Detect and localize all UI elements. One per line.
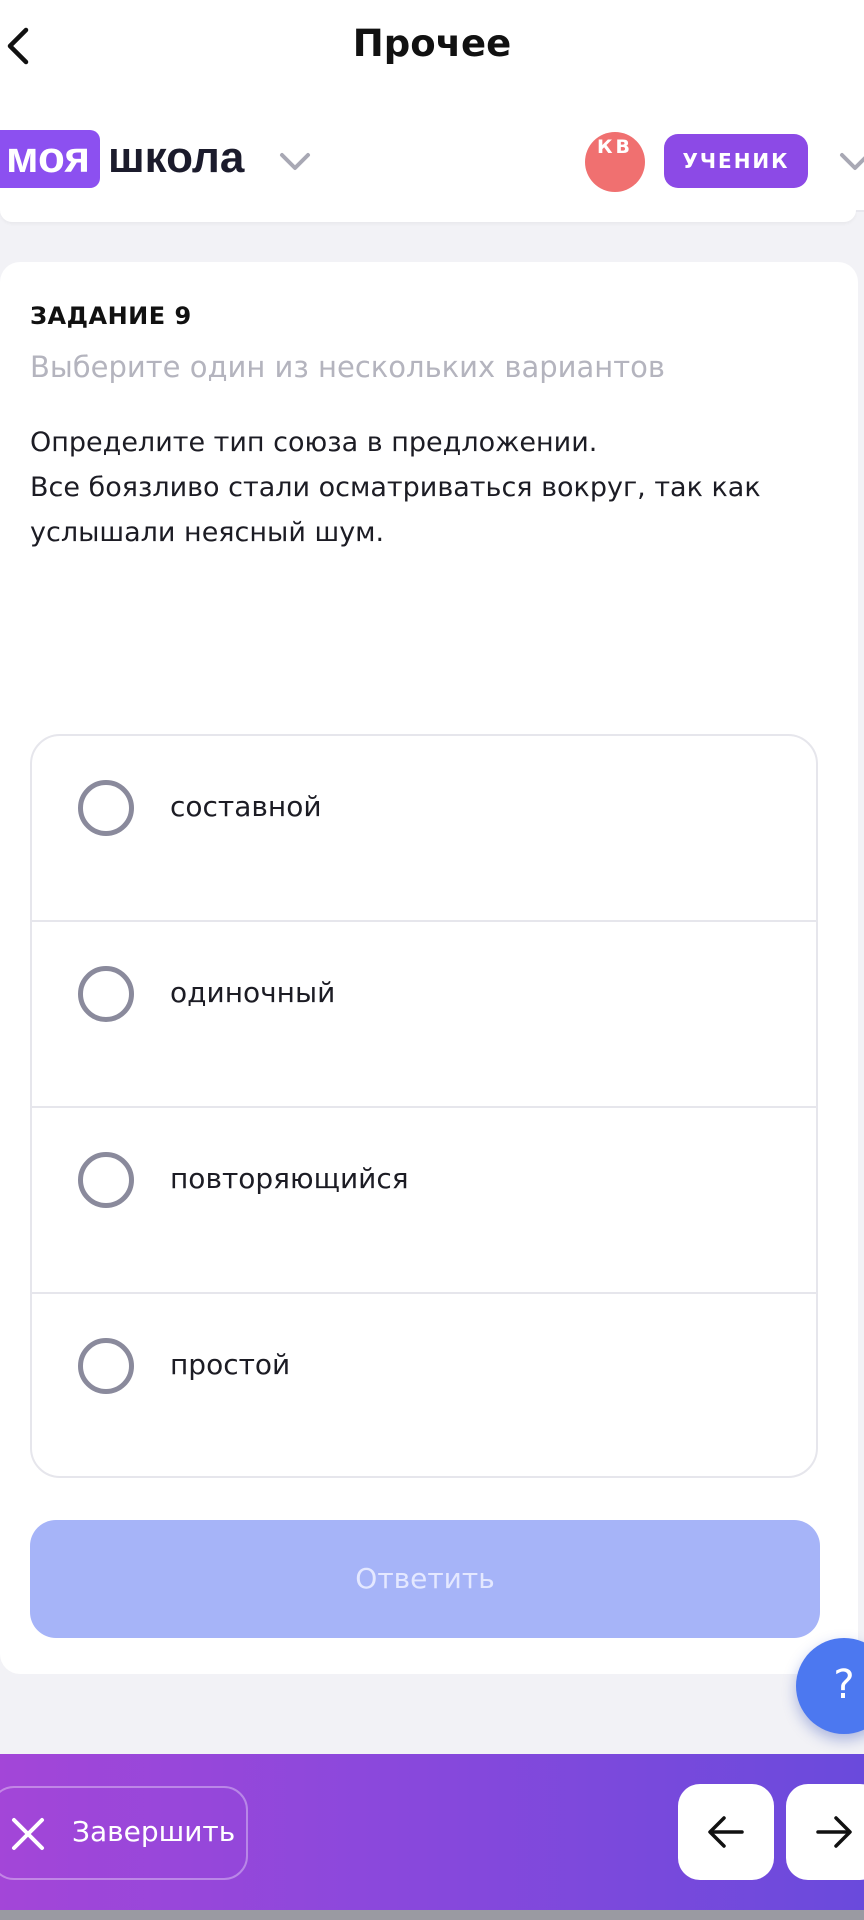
avatar[interactable]: КВ [585, 132, 645, 192]
close-icon [10, 1816, 46, 1852]
option-label: составной [170, 790, 322, 823]
radio-button[interactable] [78, 966, 134, 1022]
profile-chevron-down-icon[interactable] [838, 150, 864, 174]
arrow-right-icon [816, 1816, 852, 1848]
bottom-strip [0, 1910, 864, 1920]
top-navigation-bar: Прочее [0, 0, 864, 92]
task-question-line: Определите тип союза в предложении. [30, 427, 598, 458]
task-hint: Выберите один из нескольких вариантов [30, 350, 665, 384]
task-question-line: услышали неясный шум. [30, 517, 385, 548]
role-badge[interactable]: УЧЕНИК [664, 134, 808, 188]
page-title: Прочее [352, 22, 512, 65]
answer-option[interactable]: повторяющийся [32, 1108, 816, 1294]
radio-button[interactable] [78, 780, 134, 836]
option-label: одиночный [170, 976, 336, 1009]
previous-task-button[interactable] [678, 1784, 774, 1880]
school-header: моя школа КВ УЧЕНИК [0, 92, 864, 212]
logo-moya[interactable]: моя [0, 130, 100, 188]
answer-button[interactable]: Ответить [30, 1520, 820, 1638]
next-task-button[interactable] [786, 1784, 864, 1880]
option-label: повторяющийся [170, 1162, 409, 1195]
answer-option[interactable]: одиночный [32, 922, 816, 1108]
task-question-line: Все боязливо стали осматриваться вокруг,… [30, 472, 761, 503]
previous-card-edge [0, 210, 856, 222]
school-chevron-down-icon[interactable] [278, 150, 312, 174]
arrow-left-icon [708, 1816, 744, 1848]
finish-label: Завершить [72, 1815, 236, 1848]
finish-button[interactable]: Завершить [0, 1786, 248, 1880]
task-card: ЗАДАНИЕ 9 Выберите один из нескольких ва… [0, 262, 858, 1674]
bottom-action-bar: Завершить [0, 1754, 864, 1910]
task-number: ЗАДАНИЕ 9 [30, 302, 192, 330]
answer-option[interactable]: составной [32, 736, 816, 922]
radio-button[interactable] [78, 1152, 134, 1208]
answer-options: составной одиночный повторяющийся просто… [30, 734, 818, 1478]
answer-option[interactable]: простой [32, 1294, 816, 1476]
task-question: Определите тип союза в предложении. Все … [30, 420, 820, 555]
option-label: простой [170, 1348, 291, 1381]
logo-shkola[interactable]: школа [108, 130, 244, 188]
radio-button[interactable] [78, 1338, 134, 1394]
